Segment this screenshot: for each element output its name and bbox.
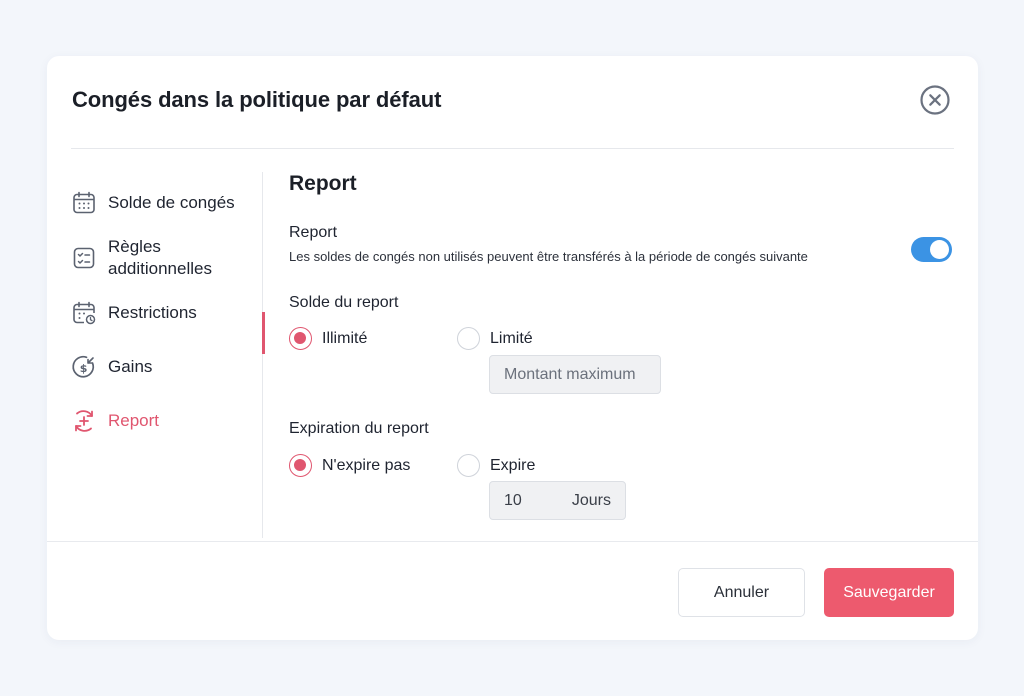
radio-circle	[457, 454, 480, 477]
radio-unlimited[interactable]: Illimité	[289, 327, 367, 350]
policy-modal: Congés dans la politique par défaut Sold…	[47, 56, 978, 640]
radio-limited[interactable]: Limité	[457, 327, 533, 350]
calendar-icon	[73, 191, 95, 214]
radio-circle	[289, 454, 312, 477]
cancel-button[interactable]: Annuler	[678, 568, 805, 617]
days-unit: Jours	[571, 491, 611, 509]
radio-label: Limité	[490, 329, 533, 347]
sidebar-item-label: Solde de congés	[108, 193, 235, 212]
sidebar-nav: Solde de congés Règles additionnelles Re…	[71, 172, 263, 538]
sidebar-item-label: Règles additionnelles	[108, 237, 212, 278]
radio-circle	[289, 327, 312, 350]
balance-label: Solde du report	[289, 294, 399, 311]
svg-text:$: $	[80, 362, 88, 375]
close-icon	[920, 85, 950, 115]
modal-title: Congés dans la politique par défaut	[72, 87, 442, 112]
footer-divider	[47, 541, 978, 542]
sidebar-item-restrictions[interactable]: Restrictions	[71, 300, 261, 326]
sidebar-item-label: Gains	[108, 357, 153, 376]
report-toggle[interactable]	[911, 237, 952, 262]
checklist-icon	[73, 247, 95, 269]
dollar-cycle-icon: $	[72, 355, 95, 378]
sidebar-item-gains[interactable]: $ Gains	[71, 354, 261, 380]
radio-label: Illimité	[322, 329, 368, 347]
active-nav-indicator	[262, 312, 265, 354]
expiration-label: Expiration du report	[289, 420, 429, 437]
sidebar-item-label: Restrictions	[108, 303, 197, 322]
sidebar-item-report[interactable]: Report	[71, 408, 261, 434]
radio-expires[interactable]: Expire	[457, 454, 535, 477]
days-value: 10	[504, 491, 522, 509]
max-amount-input[interactable]: Montant maximum	[489, 355, 661, 394]
plus-cycle-icon	[75, 410, 93, 432]
radio-circle	[457, 327, 480, 350]
save-button[interactable]: Sauvegarder	[824, 568, 954, 617]
max-amount-placeholder: Montant maximum	[504, 365, 636, 383]
radio-never-expires[interactable]: N'expire pas	[289, 454, 410, 477]
sidebar-item-label: Report	[108, 411, 160, 430]
section-title: Report	[289, 172, 357, 195]
setting-title: Report	[289, 224, 338, 241]
toggle-knob	[930, 240, 949, 259]
sidebar-item-regles-additionnelles[interactable]: Règles additionnelles	[71, 236, 261, 280]
setting-description: Les soldes de congés non utilisés peuven…	[289, 249, 808, 264]
close-button[interactable]	[919, 84, 951, 116]
radio-label: Expire	[490, 456, 536, 474]
header-divider	[71, 148, 954, 149]
calendar-clock-icon	[73, 301, 96, 325]
radio-label: N'expire pas	[322, 456, 411, 474]
expiration-days-input[interactable]: 10 Jours	[489, 481, 626, 520]
sidebar-item-solde-de-conges[interactable]: Solde de congés	[71, 190, 261, 216]
